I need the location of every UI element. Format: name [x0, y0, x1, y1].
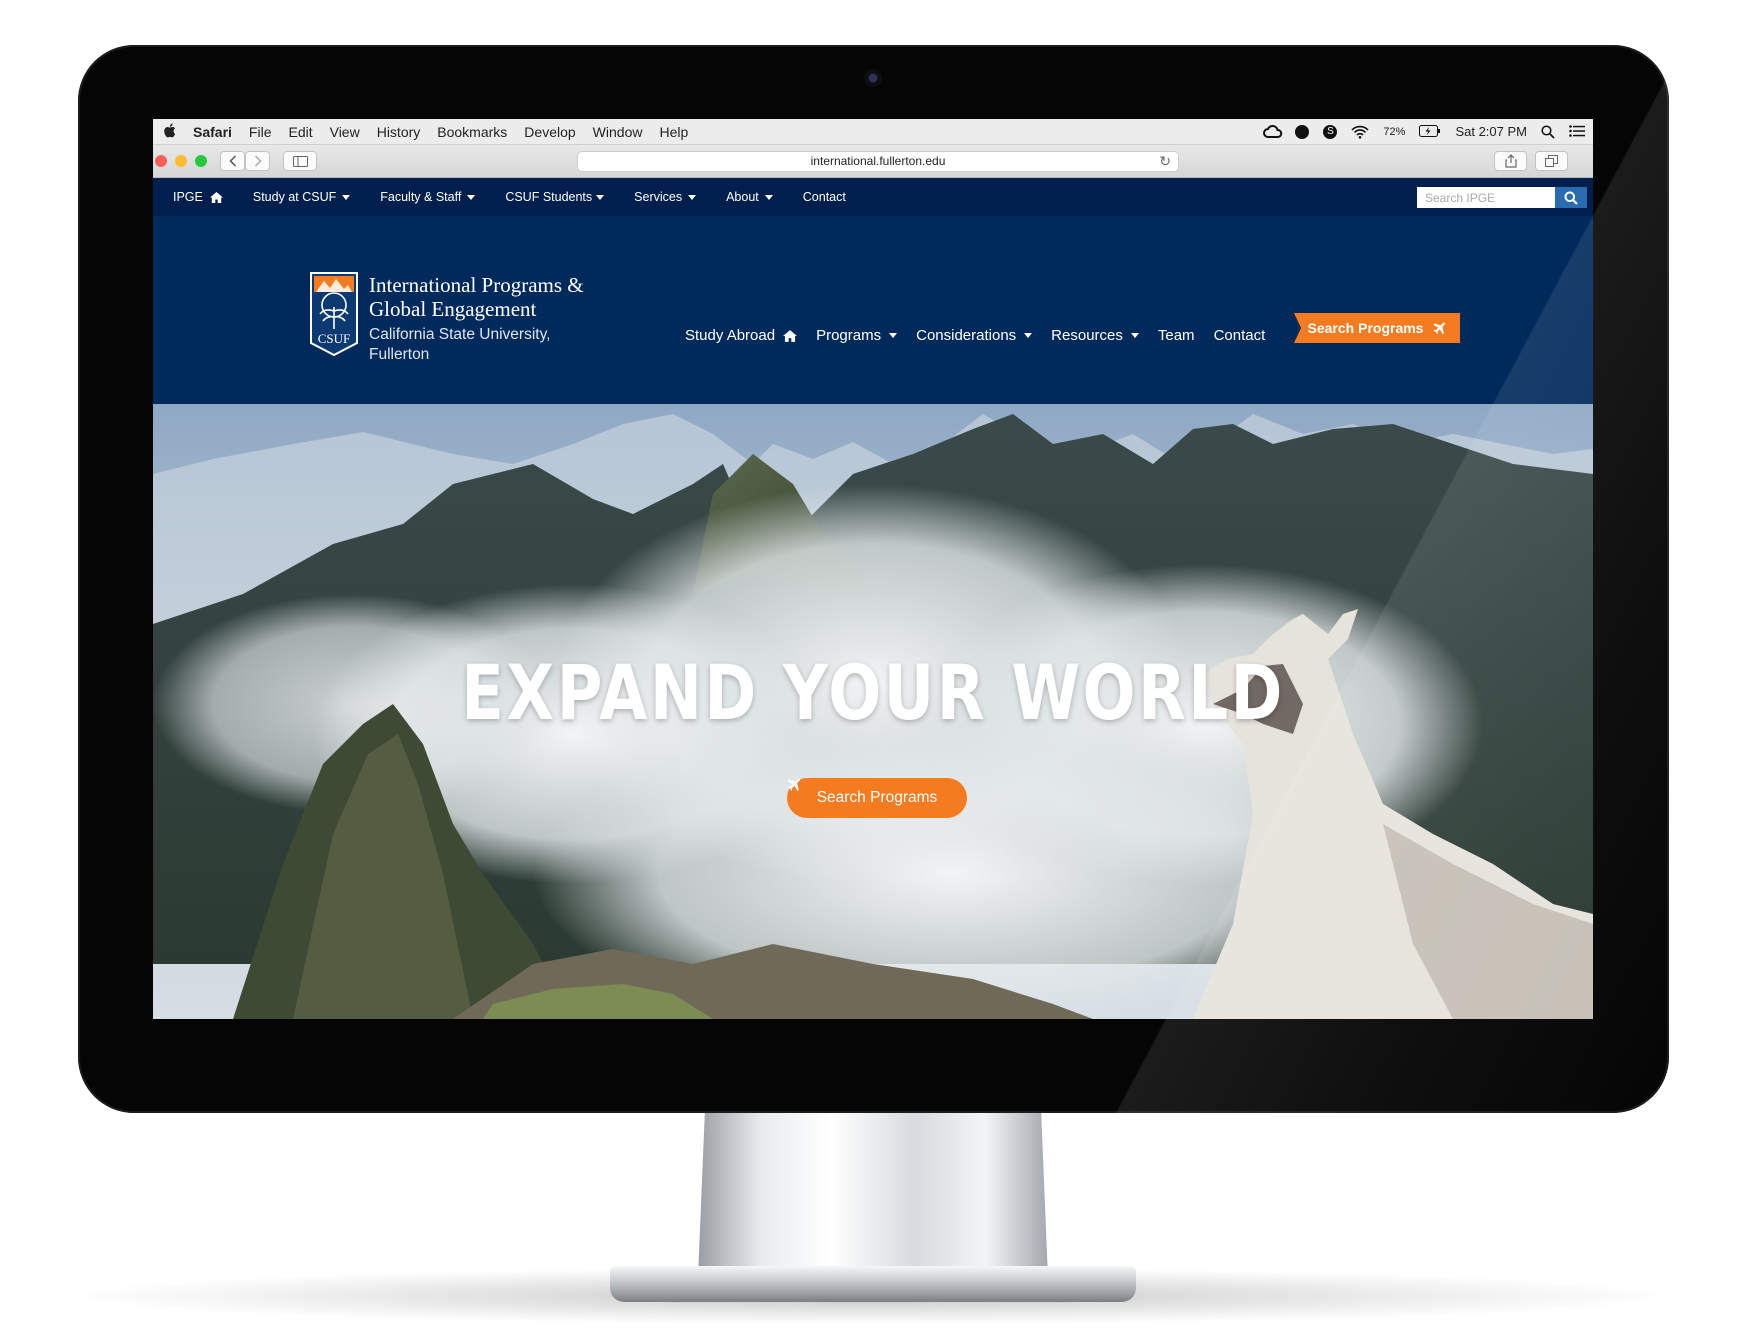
site-title[interactable]: International Programs & Global Engageme…: [369, 273, 609, 321]
zoom-window-button[interactable]: [195, 155, 207, 167]
spotlight-icon[interactable]: [1541, 124, 1555, 139]
header-search-programs-button[interactable]: Search Programs: [1294, 313, 1460, 343]
battery-icon[interactable]: [1419, 124, 1441, 139]
screen: Safari File Edit View History Bookmarks …: [153, 119, 1593, 1019]
airplane-icon: [1433, 321, 1446, 334]
hero-search-programs-button[interactable]: Search Programs: [787, 778, 967, 818]
hero-button-label: Search Programs: [816, 789, 938, 806]
util-nav-label: Study at CSUF: [252, 190, 337, 204]
wifi-icon[interactable]: [1351, 125, 1370, 139]
sidebar-icon: [292, 155, 308, 167]
nav-programs[interactable]: Programs: [816, 327, 898, 344]
util-nav-contact[interactable]: Contact: [803, 190, 846, 204]
nav-label: Programs: [816, 327, 882, 344]
menu-view[interactable]: View: [330, 124, 360, 140]
nav-considerations[interactable]: Considerations: [916, 327, 1033, 344]
site-search: [1417, 187, 1587, 208]
search-input[interactable]: [1417, 187, 1555, 208]
utility-nav: IPGE Study at CSUF Faculty & Staff CSUF …: [153, 178, 1593, 216]
url-text: international.fullerton.edu: [810, 154, 946, 168]
status-area: S 72% Sat 2:07 PM: [1263, 124, 1593, 139]
imac-stand: [698, 1108, 1048, 1278]
caret-down-icon: [1130, 333, 1139, 338]
caret-down-icon: [596, 194, 605, 200]
caret-down-icon: [467, 194, 476, 200]
close-window-button[interactable]: [155, 155, 167, 167]
nav-label: Contact: [1213, 327, 1266, 344]
nav-contact[interactable]: Contact: [1214, 327, 1266, 344]
util-nav-about[interactable]: About: [726, 190, 773, 204]
back-button[interactable]: [220, 151, 245, 171]
caret-down-icon: [688, 194, 697, 200]
macos-menubar: Safari File Edit View History Bookmarks …: [153, 119, 1593, 145]
util-nav-label: CSUF Students: [505, 190, 593, 204]
camera-lens: [869, 74, 877, 82]
home-icon: [209, 191, 223, 203]
chevron-right-icon: [254, 155, 262, 167]
nav-team[interactable]: Team: [1158, 327, 1195, 344]
airplane-icon: [787, 778, 801, 792]
nav-study-abroad[interactable]: Study Abroad: [685, 327, 798, 344]
tabs-overview-button[interactable]: [1535, 151, 1568, 171]
csuf-logo[interactable]: CSUF: [309, 271, 359, 357]
util-nav-label: IPGE: [173, 190, 203, 204]
notification-center-icon[interactable]: [1569, 124, 1585, 139]
reload-icon[interactable]: ↻: [1159, 152, 1171, 171]
menu-history[interactable]: History: [377, 124, 421, 140]
search-button[interactable]: [1555, 187, 1587, 208]
logo-text: CSUF: [318, 331, 351, 346]
nav-label: Team: [1157, 327, 1195, 344]
caret-down-icon: [764, 194, 773, 200]
util-nav-csuf-students[interactable]: CSUF Students: [505, 190, 605, 204]
skype-icon[interactable]: S: [1323, 124, 1338, 139]
clock[interactable]: Sat 2:07 PM: [1455, 124, 1527, 139]
nav-resources[interactable]: Resources: [1051, 327, 1139, 344]
menu-window[interactable]: Window: [593, 124, 643, 140]
share-button[interactable]: [1494, 151, 1527, 171]
imac-stand-foot: [610, 1266, 1136, 1302]
nav-label: Resources: [1051, 327, 1123, 344]
nav-label: Considerations: [916, 327, 1017, 344]
util-nav-study-at-csuf[interactable]: Study at CSUF: [252, 190, 351, 204]
site-subtitle: California State University, Fullerton: [369, 326, 551, 363]
menu-app-safari[interactable]: Safari: [193, 124, 232, 140]
menu-bookmarks[interactable]: Bookmarks: [437, 124, 507, 140]
hero-banner: EXPAND YOUR WORLD Search Programs: [153, 404, 1593, 1019]
caret-down-icon: [342, 194, 351, 200]
util-nav-label: Services: [634, 190, 683, 204]
caret-down-icon: [1024, 333, 1033, 338]
site-header: CSUF International Programs & Global Eng…: [153, 216, 1593, 404]
util-nav-label: About: [726, 190, 759, 204]
util-nav-services[interactable]: Services: [634, 190, 697, 204]
cta-label: Search Programs: [1307, 320, 1424, 336]
caret-down-icon: [889, 333, 898, 338]
main-nav: Study Abroad Programs Considerations Res…: [685, 327, 1284, 344]
address-bar[interactable]: international.fullerton.edu ↻: [577, 151, 1179, 172]
search-icon: [1564, 191, 1578, 205]
menu-develop[interactable]: Develop: [524, 124, 575, 140]
sidebar-toggle-button[interactable]: [283, 151, 317, 171]
tabs-icon: [1545, 155, 1558, 167]
browser-toolbar: international.fullerton.edu ↻: [153, 145, 1593, 178]
util-nav-label: Contact: [802, 190, 846, 204]
forward-button[interactable]: [245, 151, 270, 171]
util-nav-label: Faculty & Staff: [380, 190, 462, 204]
menu-file[interactable]: File: [249, 124, 272, 140]
chevron-left-icon: [228, 155, 236, 167]
minimize-window-button[interactable]: [175, 155, 187, 167]
apple-icon[interactable]: [163, 123, 177, 141]
home-icon: [783, 329, 798, 342]
menu-edit[interactable]: Edit: [288, 124, 312, 140]
creative-cloud-icon[interactable]: [1263, 124, 1283, 139]
battery-percent: 72%: [1383, 125, 1406, 138]
nav-label: Study Abroad: [685, 327, 776, 344]
hero-heading: EXPAND YOUR WORLD: [461, 648, 1285, 737]
notification-icon[interactable]: [1295, 124, 1310, 139]
util-nav-faculty-staff[interactable]: Faculty & Staff: [380, 190, 476, 204]
menu-help[interactable]: Help: [659, 124, 688, 140]
share-icon: [1504, 154, 1517, 168]
util-nav-ipge[interactable]: IPGE: [173, 190, 223, 204]
